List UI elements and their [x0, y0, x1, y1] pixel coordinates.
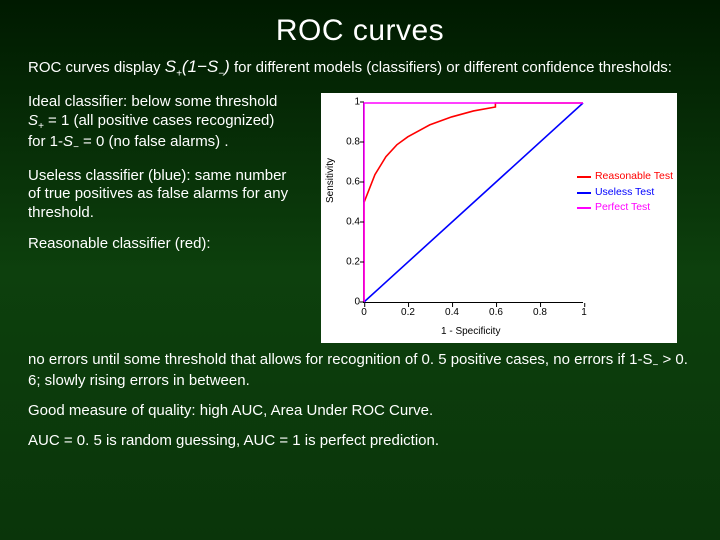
intro-pre: ROC curves display	[28, 59, 165, 76]
xtick: 0.6	[489, 307, 503, 318]
left-text-column: Ideal classifier: below some threshold S…	[28, 93, 296, 343]
series-line	[364, 103, 583, 302]
legend-label: Reasonable Test	[595, 169, 673, 185]
para-reasonable-label: Reasonable classifier (red):	[28, 235, 296, 254]
legend-item: Reasonable Test	[577, 169, 673, 185]
intro-paragraph: ROC curves display S+(1−S−) for differen…	[28, 56, 692, 81]
page-title: ROC curves	[0, 0, 720, 56]
chart-ylabel: Sensitivity	[325, 158, 336, 203]
ytick: 0.2	[336, 256, 360, 267]
plot-area: 00.20.40.60.8100.20.40.60.81	[363, 103, 583, 303]
xtick: 0.8	[533, 307, 547, 318]
legend-swatch	[577, 192, 591, 194]
chart-xlabel: 1 - Specificity	[441, 326, 500, 337]
para-bottom-3: AUC = 0. 5 is random guessing, AUC = 1 i…	[28, 432, 692, 451]
content-region: ROC curves display S+(1−S−) for differen…	[0, 56, 720, 451]
para-bottom-1: no errors until some threshold that allo…	[28, 351, 692, 391]
xtick: 0.2	[401, 307, 415, 318]
para-useless: Useless classifier (blue): same number o…	[28, 167, 296, 223]
legend-label: Useless Test	[595, 185, 654, 201]
bottom-text: no errors until some threshold that allo…	[28, 351, 692, 451]
xtick: 0	[361, 307, 367, 318]
chart-legend: Reasonable TestUseless TestPerfect Test	[577, 169, 673, 216]
intro-formula: S+(1−S−)	[165, 57, 230, 76]
plot-svg	[364, 103, 583, 302]
ytick: 1	[336, 96, 360, 107]
legend-swatch	[577, 207, 591, 209]
legend-swatch	[577, 176, 591, 178]
legend-label: Perfect Test	[595, 200, 650, 216]
ytick: 0	[336, 296, 360, 307]
legend-item: Useless Test	[577, 185, 673, 201]
ytick: 0.4	[336, 216, 360, 227]
ytick: 0.6	[336, 176, 360, 187]
para-ideal: Ideal classifier: below some threshold S…	[28, 93, 296, 155]
legend-item: Perfect Test	[577, 200, 673, 216]
xtick: 0.4	[445, 307, 459, 318]
xtick: 1	[581, 307, 587, 318]
para-bottom-2: Good measure of quality: high AUC, Area …	[28, 402, 692, 421]
ytick: 0.8	[336, 136, 360, 147]
roc-chart: Sensitivity 00.20.40.60.8100.20.40.60.81…	[321, 93, 677, 343]
intro-post: for different models (classifiers) or di…	[230, 59, 672, 76]
